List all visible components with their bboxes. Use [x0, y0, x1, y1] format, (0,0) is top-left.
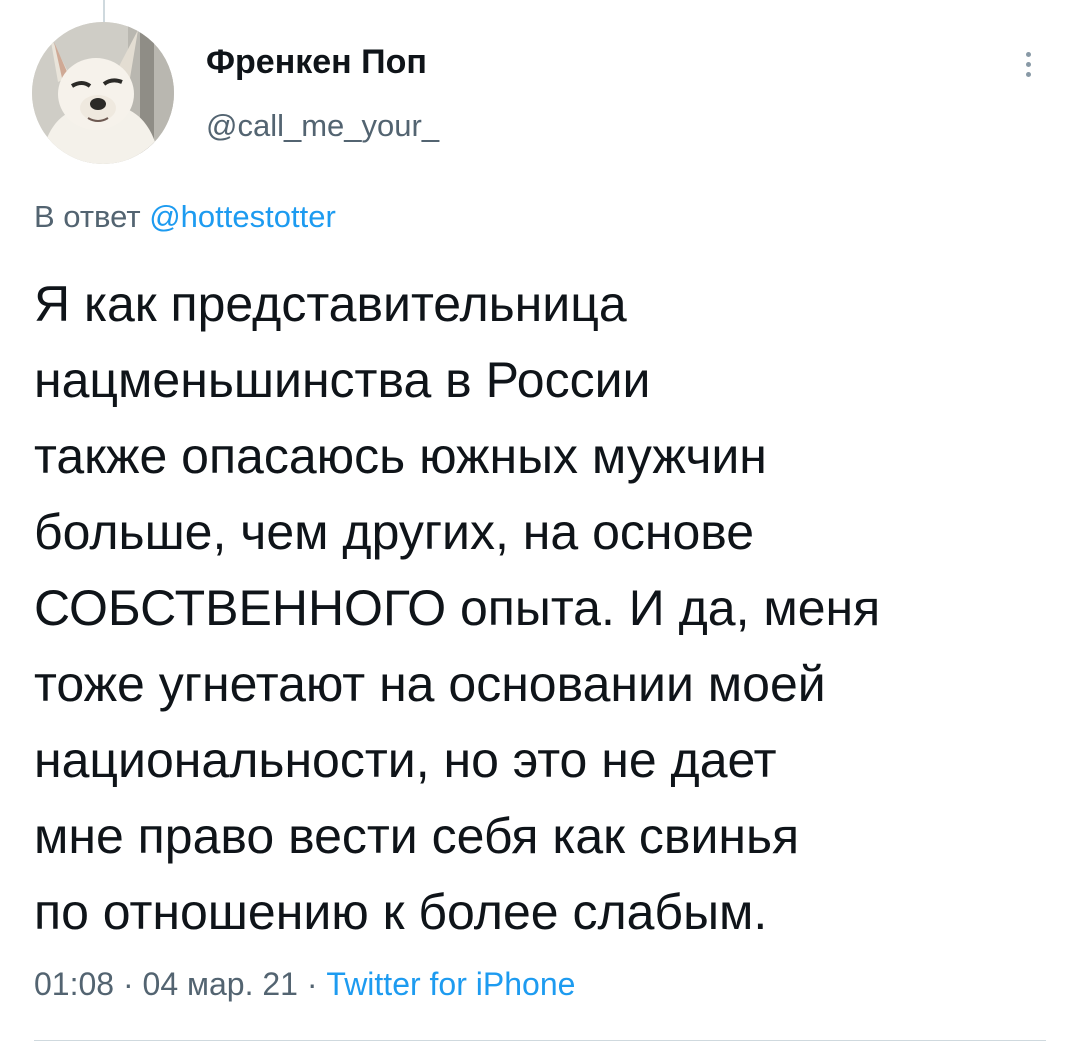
reply-context: В ответ @hottestotter: [34, 196, 336, 238]
meta-separator: ·: [122, 966, 134, 1002]
tweet-meta: 01:08 · 04 мар. 21 · Twitter for iPhone: [34, 962, 575, 1006]
tweet-text-line: СОБСТВЕННОГО опыта. И да, меня: [34, 580, 881, 636]
more-options-button[interactable]: [1010, 44, 1046, 84]
tweet-text-line: больше, чем других, на основе: [34, 504, 755, 560]
tweet-text-line: мне право вести себя как свинья: [34, 808, 800, 864]
divider: [34, 1040, 1046, 1041]
tweet-text-line: нацменьшинства в России: [34, 352, 651, 408]
reply-mention-link[interactable]: @hottestotter: [149, 199, 336, 234]
avatar[interactable]: [32, 22, 174, 164]
tweet-text-line: национальности, но это не дает: [34, 732, 777, 788]
tweet-text-line: тоже угнетают на основании моей: [34, 656, 826, 712]
chihuahua-avatar-image: [32, 22, 174, 164]
thread-connector-line: [103, 0, 105, 22]
tweet-text-line: Я как представительница: [34, 276, 627, 332]
tweet-time[interactable]: 01:08: [34, 966, 114, 1002]
more-vertical-icon-dot: [1025, 71, 1031, 77]
meta-separator: ·: [306, 966, 318, 1002]
more-vertical-icon-dot: [1025, 61, 1031, 67]
tweet-source-link[interactable]: Twitter for iPhone: [326, 966, 575, 1002]
tweet-date[interactable]: 04 мар. 21: [143, 966, 298, 1002]
tweet-text: Я как представительница нацменьшинства в…: [34, 266, 1054, 950]
reply-prefix: В ответ: [34, 199, 141, 234]
author-handle[interactable]: @call_me_your_: [206, 106, 439, 146]
more-vertical-icon: [1025, 51, 1031, 57]
tweet-text-line: по отношению к более слабым.: [34, 884, 768, 940]
tweet-text-line: также опасаюсь южных мужчин: [34, 428, 767, 484]
author-display-name[interactable]: Френкен Поп: [206, 40, 427, 84]
